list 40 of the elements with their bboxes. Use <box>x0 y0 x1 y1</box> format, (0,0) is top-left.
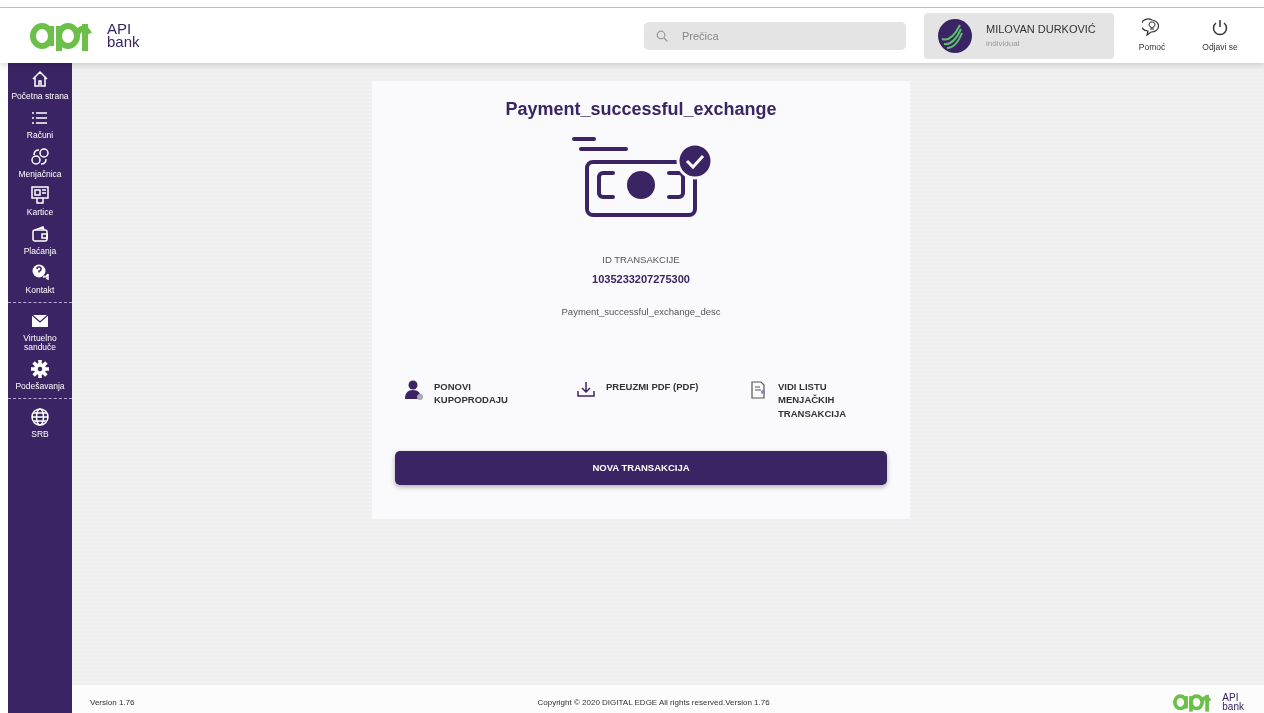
user-type: individual <box>986 37 1021 50</box>
logout-button[interactable]: Odjavi se <box>1190 17 1250 54</box>
sidebar-item[interactable]: Početna strana <box>9 69 71 102</box>
document-icon <box>748 379 768 400</box>
id-label: ID TRANSAKCIJE <box>602 252 680 267</box>
sidebar-item[interactable]: Virtuelno sanduče <box>9 310 71 354</box>
user-name: MILOVAN DURKOVIĆ <box>986 22 1096 38</box>
help-button[interactable]: Pomoć <box>1122 17 1182 54</box>
lightbulb-icon <box>1142 17 1162 38</box>
user-panel[interactable]: MILOVAN DURKOVIĆ individual <box>924 12 1114 59</box>
avatar-icon <box>938 18 972 53</box>
transaction-id: 1035233207275300 <box>592 271 690 287</box>
logo-text: API bank <box>1222 694 1244 711</box>
sidebar-item[interactable]: Menjačnica <box>9 146 71 180</box>
chat-icon <box>30 262 50 283</box>
gear-icon <box>30 359 50 380</box>
repeat-link[interactable]: PONOVI KUPOPRODAJU <box>404 379 576 421</box>
exchange-icon <box>30 146 50 167</box>
sidebar-item[interactable]: SRB <box>9 406 71 440</box>
sidebar-item[interactable]: Kontakt <box>9 262 71 296</box>
sidebar-item[interactable]: Kartice <box>9 185 71 219</box>
page-title: Payment_successful_exchange <box>505 99 777 121</box>
house-icon <box>30 69 50 89</box>
search-field[interactable]: Prečica <box>644 21 906 50</box>
transactions-link[interactable]: VIDI LISTU MENJAČKIH TRANSAKCIJA <box>748 379 878 421</box>
wallet-icon <box>30 224 50 245</box>
version-text: Version 1.76 <box>90 696 135 709</box>
power-icon <box>1210 17 1230 38</box>
sidebar-item[interactable]: Računi <box>9 107 71 141</box>
new-transaction-button[interactable]: NOVA TRANSAKCIJA <box>395 450 887 485</box>
sidebar-item[interactable]: Plaćanja <box>9 224 71 257</box>
person-icon <box>404 379 424 400</box>
copyright-text: Copyright © 2020 DIGITAL EDGE All rights reserved.Version 1.76 <box>536 696 771 709</box>
sidebar-item[interactable]: Podešavanja <box>9 359 71 392</box>
download-link[interactable]: PREUZMI PDF (PDF) <box>576 379 748 421</box>
description-text: Payment_successful_exchange_desc <box>561 305 721 320</box>
logo-text: API bank <box>107 22 140 49</box>
download-icon <box>576 379 596 400</box>
monitor-icon <box>30 185 50 206</box>
globe-icon <box>30 406 50 427</box>
